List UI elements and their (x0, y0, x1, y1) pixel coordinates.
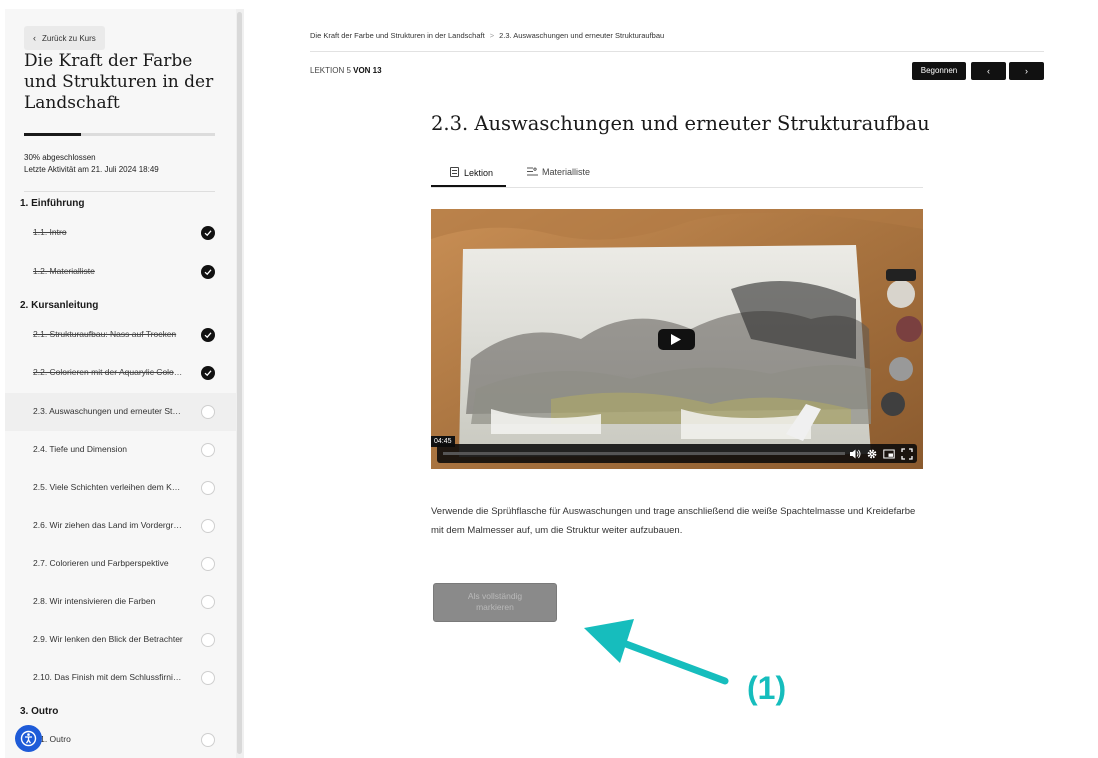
volume-icon[interactable] (849, 447, 861, 465)
lesson-label: 2.5. Viele Schichten verleihen dem Kunst… (33, 482, 183, 492)
accessibility-icon (20, 730, 37, 747)
breadcrumb-current-lesson: 2.3. Auswaschungen und erneuter Struktur… (499, 31, 665, 40)
sidebar-lesson-2-9[interactable]: 2.9. Wir lenken den Blick der Betrachter (5, 621, 236, 659)
course-sidebar: ‹ Zurück zu Kurs Die Kraft der Farbe und … (5, 9, 236, 758)
incomplete-circle-icon (201, 481, 215, 495)
fullscreen-icon[interactable] (901, 447, 913, 465)
sidebar-lesson-2-3[interactable]: 2.3. Auswaschungen und erneuter Struktur… (5, 393, 236, 431)
sidebar-lesson-1-1[interactable]: 1.1. Intro (5, 214, 236, 252)
lesson-label: 2.9. Wir lenken den Blick der Betrachter (33, 634, 183, 644)
sidebar-lesson-2-5[interactable]: 2.5. Viele Schichten verleihen dem Kunst… (5, 469, 236, 507)
sidebar-lesson-2-1[interactable]: 2.1. Strukturaufbau: Nass auf Trocken (5, 316, 236, 354)
next-lesson-button[interactable]: › (1009, 62, 1044, 80)
incomplete-circle-icon (201, 733, 215, 747)
incomplete-circle-icon (201, 405, 215, 419)
document-icon (450, 167, 459, 177)
breadcrumb-course-link[interactable]: Die Kraft der Farbe und Strukturen in de… (310, 31, 485, 40)
lesson-label: 2.8. Wir intensivieren die Farben (33, 596, 156, 606)
lesson-description: Verwende die Sprühflasche für Auswaschun… (431, 506, 916, 536)
sidebar-lesson-2-10[interactable]: 2.10. Das Finish mit dem Schlussfirnis: … (5, 659, 236, 697)
tab-lesson[interactable]: Lektion (450, 167, 493, 178)
sidebar-lesson-2-8[interactable]: 2.8. Wir intensivieren die Farben (5, 583, 236, 621)
mark-complete-label-line2: markieren (476, 602, 514, 612)
lesson-label: 2.7. Colorieren und Farbperspektive (33, 558, 169, 568)
course-progress-bar (24, 133, 215, 136)
lesson-title: 2.3. Auswaschungen und erneuter Struktur… (431, 112, 930, 135)
video-play-button[interactable] (658, 329, 695, 350)
settings-gear-icon[interactable] (866, 447, 878, 465)
mark-complete-button[interactable]: Als vollständig markieren (433, 583, 557, 622)
annotation-label: (1) (747, 670, 787, 706)
sidebar-lesson-1-2[interactable]: 1.2. Materialliste (5, 253, 236, 291)
section-title-kursanleitung: 2. Kursanleitung (20, 300, 99, 311)
back-to-course-label: Zurück zu Kurs (42, 34, 96, 43)
chevron-left-icon: ‹ (33, 33, 36, 43)
course-title: Die Kraft der Farbe und Strukturen in de… (24, 51, 214, 113)
previous-lesson-button[interactable]: ‹ (971, 62, 1006, 80)
annotation-arrow-icon (584, 619, 729, 685)
completed-check-icon (201, 328, 215, 342)
back-to-course-button[interactable]: ‹ Zurück zu Kurs (24, 26, 105, 50)
video-player[interactable]: 04:45 (431, 209, 923, 469)
lesson-label: 1.1. Intro (33, 227, 67, 237)
tab-materials-label: Materialliste (542, 167, 591, 177)
video-seek-bar[interactable] (443, 452, 845, 455)
video-controls-bar (437, 444, 917, 463)
lesson-label: 2.3. Auswaschungen und erneuter Struktur… (33, 406, 183, 416)
lesson-counter-total: VON 13 (353, 66, 382, 75)
picture-in-picture-icon[interactable] (883, 447, 895, 465)
breadcrumb-separator: > (489, 31, 495, 40)
lesson-label: 2.4. Tiefe und Dimension (33, 444, 128, 454)
completed-check-icon (201, 265, 215, 279)
completed-check-icon (201, 366, 215, 380)
sidebar-lesson-2-2[interactable]: 2.2. Colorieren mit der Aquarylic Color-… (5, 354, 236, 392)
sidebar-scroll-thumb[interactable] (237, 12, 242, 754)
list-icon (527, 167, 538, 178)
incomplete-circle-icon (201, 557, 215, 571)
sidebar-lesson-2-7[interactable]: 2.7. Colorieren und Farbperspektive (5, 545, 236, 583)
sidebar-divider (24, 191, 215, 192)
tab-materials[interactable]: Materialliste (527, 167, 590, 178)
lesson-counter: LEKTION 5 VON 13 (310, 66, 382, 75)
incomplete-circle-icon (201, 633, 215, 647)
lesson-counter-prefix: LEKTION 5 (310, 66, 354, 75)
lesson-label: 2.6. Wir ziehen das Land im Vordergrund (33, 520, 183, 530)
incomplete-circle-icon (201, 519, 215, 533)
breadcrumb: Die Kraft der Farbe und Strukturen in de… (310, 31, 664, 40)
course-progress-fill (24, 133, 82, 136)
lesson-label: 3.1. Outro (33, 734, 71, 744)
mark-complete-label-line1: Als vollständig (467, 591, 523, 601)
tabbar-divider (431, 187, 923, 188)
started-status-button[interactable]: Begonnen (912, 62, 966, 80)
header-divider (310, 51, 1044, 52)
section-title-outro: 3. Outro (20, 706, 59, 717)
tab-lesson-label: Lektion (464, 168, 494, 178)
completed-check-icon (201, 226, 215, 240)
lesson-label: 2.2. Colorieren mit der Aquarylic Color-… (33, 367, 183, 377)
sidebar-lesson-2-4[interactable]: 2.4. Tiefe und Dimension (5, 431, 236, 469)
accessibility-button[interactable] (15, 725, 42, 752)
sidebar-lesson-2-6[interactable]: 2.6. Wir ziehen das Land im Vordergrund (5, 507, 236, 545)
section-title-einfuehrung: 1. Einführung (20, 198, 85, 209)
incomplete-circle-icon (201, 443, 215, 457)
lesson-label: 1.2. Materialliste (33, 266, 95, 276)
progress-text: 30% abgeschlossen (24, 153, 96, 162)
lesson-label: 2.1. Strukturaufbau: Nass auf Trocken (33, 329, 177, 339)
incomplete-circle-icon (201, 671, 215, 685)
incomplete-circle-icon (201, 595, 215, 609)
play-icon (671, 334, 681, 345)
last-activity-text: Letzte Aktivität am 21. Juli 2024 18:49 (24, 165, 159, 174)
lesson-label: 2.10. Das Finish mit dem Schlussfirnis: … (33, 672, 183, 682)
